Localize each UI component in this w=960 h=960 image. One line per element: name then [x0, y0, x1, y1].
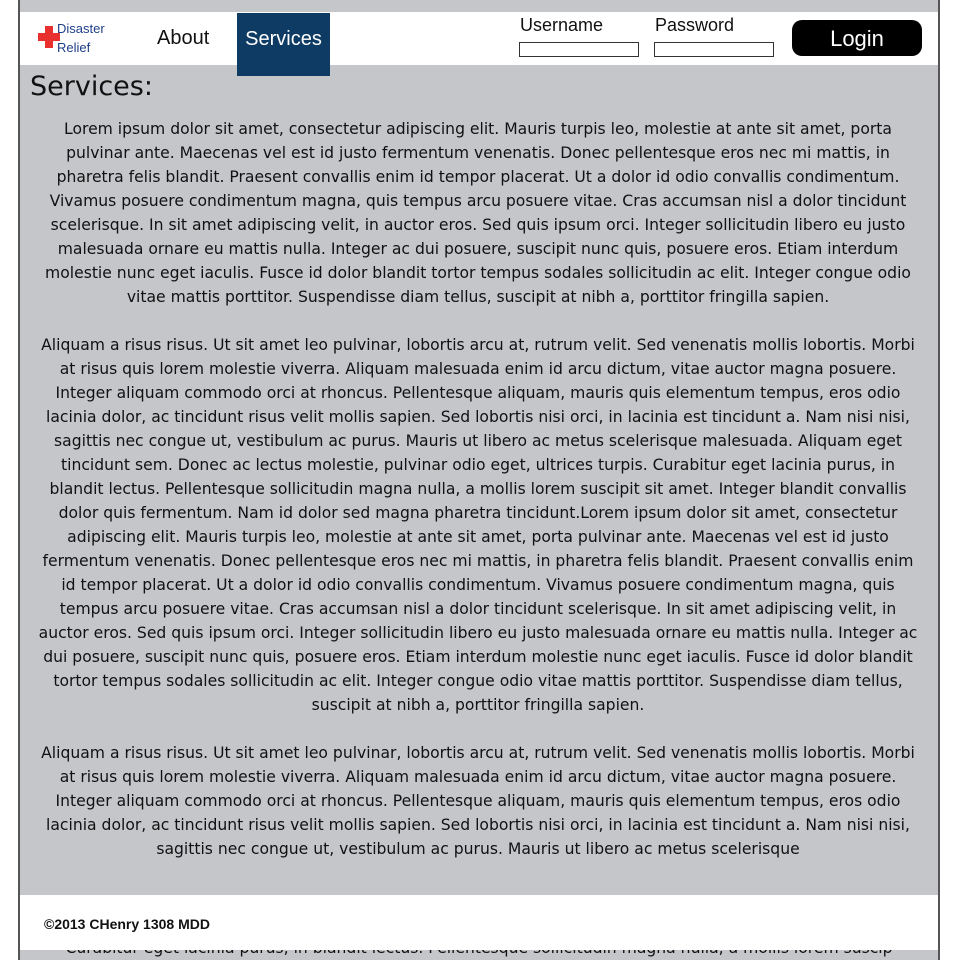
copyright-text: ©2013 CHenry 1308 MDD	[44, 916, 210, 932]
main-content: Services: Lorem ipsum dolor sit amet, co…	[22, 65, 936, 960]
nav-about[interactable]: About	[147, 12, 219, 65]
username-label: Username	[520, 15, 604, 35]
paragraph: Aliquam a risus risus. Ut sit amet leo p…	[41, 744, 915, 858]
footer: ©2013 CHenry 1308 MDD	[20, 895, 938, 950]
header-bar: Disaster Relief About Services Username …	[20, 12, 938, 76]
username-input[interactable]	[519, 42, 639, 57]
logo-text-line1: Disaster	[57, 21, 105, 36]
password-input[interactable]	[654, 42, 774, 57]
password-label: Password	[655, 15, 735, 35]
paragraph: Aliquam a risus risus. Ut sit amet leo p…	[38, 336, 918, 714]
body-text: Lorem ipsum dolor sit amet, consectetur …	[36, 117, 920, 885]
logo[interactable]: Disaster Relief	[38, 20, 128, 60]
login-button[interactable]: Login	[792, 20, 922, 56]
page-title: Services:	[30, 71, 153, 102]
paragraph: Lorem ipsum dolor sit amet, consectetur …	[45, 120, 911, 306]
overflow-text-strip: Curabitur eget lacinia purus, in blandit…	[20, 950, 938, 960]
overflow-text: Curabitur eget lacinia purus, in blandit…	[20, 950, 938, 960]
logo-text-line2: Relief	[57, 40, 91, 55]
